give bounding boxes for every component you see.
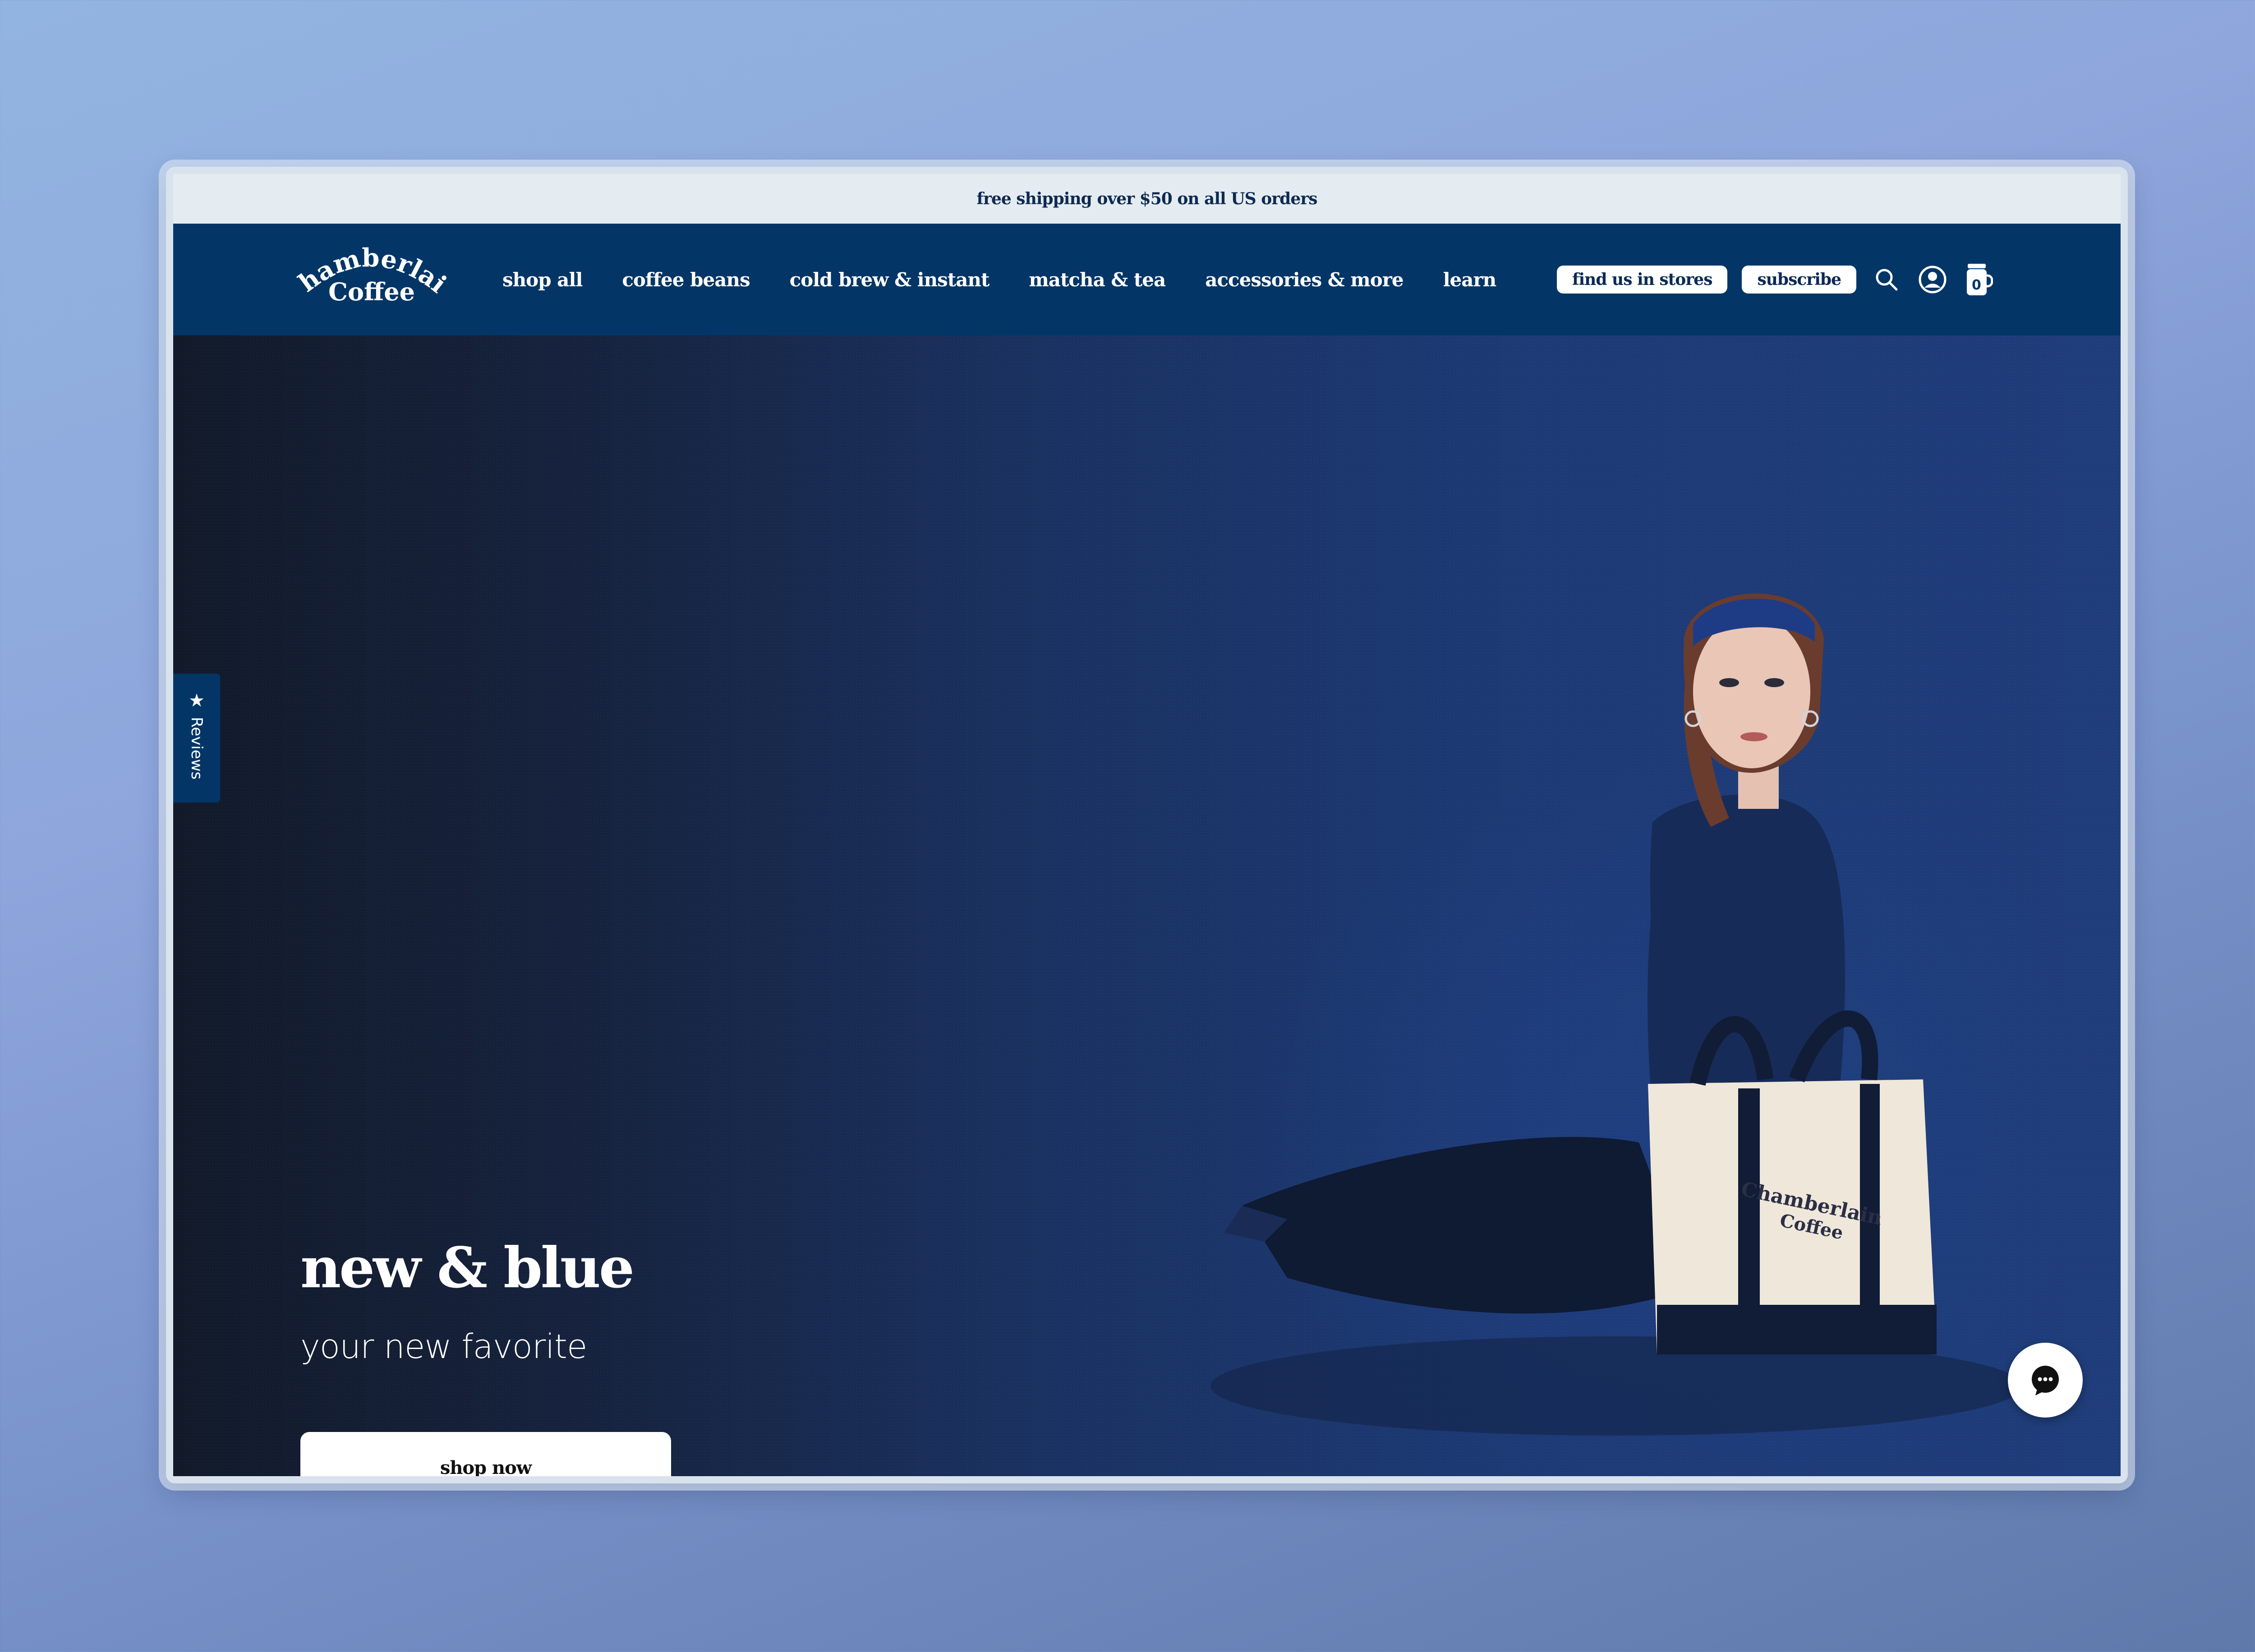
subscribe-button[interactable]: subscribe — [1742, 266, 1856, 294]
browser-window: free shipping over $50 on all US orders … — [166, 167, 2128, 1483]
hero-title: new & blue — [300, 1235, 635, 1301]
account-icon[interactable] — [1917, 264, 1948, 295]
reviews-tab[interactable]: ★ Reviews — [173, 674, 220, 803]
nav-item-accessories-more[interactable]: accessories & more — [1205, 269, 1404, 291]
site-header: Chamberlain Coffee shop all coffee beans… — [173, 218, 2121, 335]
hero-model-image: Chamberlain Coffee — [1210, 593, 2022, 1436]
search-icon[interactable] — [1871, 264, 1902, 295]
header-actions: find us in stores subscribe 0 — [1557, 224, 1994, 335]
announcement-bar: free shipping over $50 on all US orders — [173, 174, 2121, 224]
page-frame: free shipping over $50 on all US orders … — [173, 174, 2121, 1476]
nav-item-matcha-tea[interactable]: matcha & tea — [1029, 269, 1166, 291]
star-icon: ★ — [189, 690, 205, 711]
hero-banner: Chamberlain Coffee ★ Reviews new & blue … — [173, 335, 2121, 1476]
nav-item-shop-all[interactable]: shop all — [502, 269, 583, 291]
logo-text-line2: Coffee — [328, 277, 415, 306]
nav-item-coffee-beans[interactable]: coffee beans — [622, 269, 750, 291]
chat-bubble-icon — [2032, 1366, 2059, 1395]
shop-now-button[interactable]: shop now — [300, 1432, 671, 1476]
cart-icon[interactable]: 0 — [1963, 264, 1994, 295]
reviews-tab-label: Reviews — [188, 717, 206, 780]
brand-logo[interactable]: Chamberlain Coffee — [285, 218, 452, 314]
nav-item-cold-brew-instant[interactable]: cold brew & instant — [790, 269, 990, 291]
find-stores-button[interactable]: find us in stores — [1557, 266, 1728, 294]
nav-item-learn[interactable]: learn — [1443, 269, 1497, 291]
hero-subtitle: your new favorite — [300, 1327, 587, 1366]
main-nav: shop all coffee beans cold brew & instan… — [502, 224, 1496, 335]
cart-count: 0 — [1972, 277, 1981, 293]
announcement-text: free shipping over $50 on all US orders — [976, 189, 1318, 208]
chat-button[interactable] — [2008, 1343, 2083, 1418]
